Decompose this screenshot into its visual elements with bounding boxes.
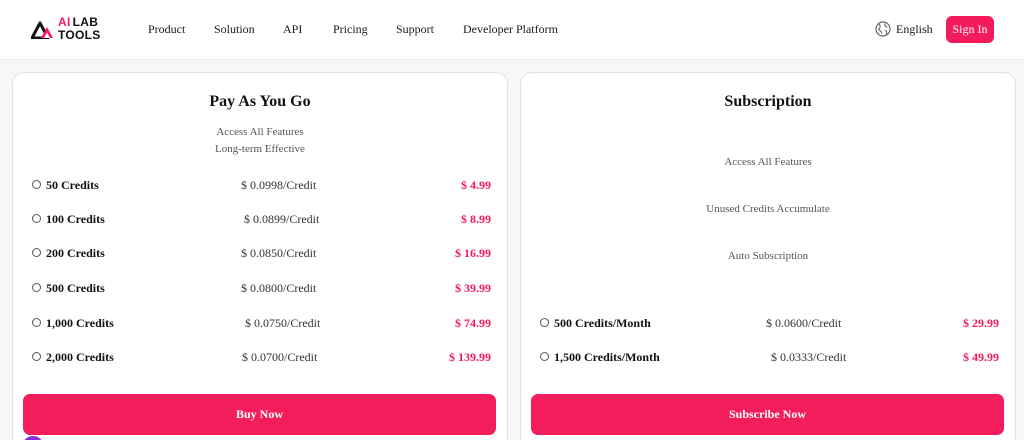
payg-option-row[interactable]: 50 Credits $ 0.0998/Credit $ 4.99 xyxy=(32,177,491,193)
globe-icon xyxy=(875,21,891,37)
subscribe-now-button[interactable]: Subscribe Now xyxy=(531,394,1004,435)
radio-icon[interactable] xyxy=(32,180,41,189)
option-unit-price: $ 0.0333/Credit xyxy=(771,350,847,364)
option-unit-price: $ 0.0998/Credit xyxy=(241,178,317,192)
payg-option-row[interactable]: 200 Credits $ 0.0850/Credit $ 16.99 xyxy=(32,245,491,261)
option-unit-price: $ 0.0850/Credit xyxy=(241,246,317,260)
nav-product[interactable]: Product xyxy=(148,22,185,37)
option-unit-price: $ 0.0800/Credit xyxy=(241,281,317,295)
option-price: $ 139.99 xyxy=(449,350,491,364)
radio-icon[interactable] xyxy=(540,352,549,361)
payg-option-row[interactable]: 500 Credits $ 0.0800/Credit $ 39.99 xyxy=(32,280,491,296)
nav-api[interactable]: API xyxy=(283,22,302,37)
payg-option-row[interactable]: 100 Credits $ 0.0899/Credit $ 8.99 xyxy=(32,211,491,227)
option-credits: 500 Credits/Month xyxy=(554,316,651,330)
option-credits: 50 Credits xyxy=(46,178,99,192)
radio-icon[interactable] xyxy=(32,248,41,257)
radio-icon[interactable] xyxy=(32,352,41,361)
option-credits: 1,000 Credits xyxy=(46,316,114,330)
radio-icon[interactable] xyxy=(32,318,41,327)
option-price: $ 39.99 xyxy=(455,281,491,295)
payg-feature: Access All Features xyxy=(216,126,304,138)
payg-option-row[interactable]: 2,000 Credits $ 0.0700/Credit $ 139.99 xyxy=(32,349,491,365)
option-credits: 1,500 Credits/Month xyxy=(554,350,660,364)
option-credits: 200 Credits xyxy=(46,246,105,260)
subscription-feature: Unused Credits Accumulate xyxy=(706,203,830,215)
option-unit-price: $ 0.0700/Credit xyxy=(242,350,318,364)
brand-logo[interactable]: AI LAB TOOLS xyxy=(31,16,111,44)
option-credits: 500 Credits xyxy=(46,281,105,295)
option-unit-price: $ 0.0600/Credit xyxy=(766,316,842,330)
language-selector[interactable]: English xyxy=(875,21,933,37)
nav-developer-platform[interactable]: Developer Platform xyxy=(463,22,558,37)
sign-in-button[interactable]: Sign In xyxy=(946,16,994,43)
subscription-card: Subscription Access All Features Unused … xyxy=(520,72,1016,440)
subscription-feature: Access All Features xyxy=(724,156,812,168)
option-price: $ 74.99 xyxy=(455,316,491,330)
option-price: $ 4.99 xyxy=(461,178,491,192)
option-unit-price: $ 0.0899/Credit xyxy=(244,212,320,226)
payg-feature: Long-term Effective xyxy=(215,143,305,155)
subscription-feature: Auto Subscription xyxy=(727,250,809,262)
option-price: $ 29.99 xyxy=(963,316,999,330)
nav-support[interactable]: Support xyxy=(396,22,434,37)
radio-icon[interactable] xyxy=(540,318,549,327)
pay-as-you-go-card: Pay As You Go Access All Features Long-t… xyxy=(12,72,508,440)
nav-pricing[interactable]: Pricing xyxy=(333,22,368,37)
option-credits: 100 Credits xyxy=(46,212,105,226)
nav-solution[interactable]: Solution xyxy=(214,22,255,37)
option-price: $ 16.99 xyxy=(455,246,491,260)
language-label: English xyxy=(896,21,933,36)
buy-now-button[interactable]: Buy Now xyxy=(23,394,496,435)
brand-lab-text: LAB xyxy=(72,15,99,29)
triangle-logo-icon xyxy=(31,21,53,39)
radio-icon[interactable] xyxy=(32,214,41,223)
brand-line-2: TOOLS xyxy=(58,28,101,42)
subscription-option-row[interactable]: 1,500 Credits/Month $ 0.0333/Credit $ 49… xyxy=(540,349,999,365)
option-price: $ 49.99 xyxy=(963,350,999,364)
payg-option-row[interactable]: 1,000 Credits $ 0.0750/Credit $ 74.99 xyxy=(32,315,491,331)
option-credits: 2,000 Credits xyxy=(46,350,114,364)
subscription-option-row[interactable]: 500 Credits/Month $ 0.0600/Credit $ 29.9… xyxy=(540,315,999,331)
subscription-title: Subscription xyxy=(724,93,812,110)
radio-icon[interactable] xyxy=(32,283,41,292)
brand-accent-text: AI xyxy=(58,15,71,29)
option-unit-price: $ 0.0750/Credit xyxy=(245,316,321,330)
top-navbar: AI LAB TOOLS Product Solution API Pricing… xyxy=(0,0,1024,60)
payg-title: Pay As You Go xyxy=(209,93,311,110)
option-price: $ 8.99 xyxy=(461,212,491,226)
